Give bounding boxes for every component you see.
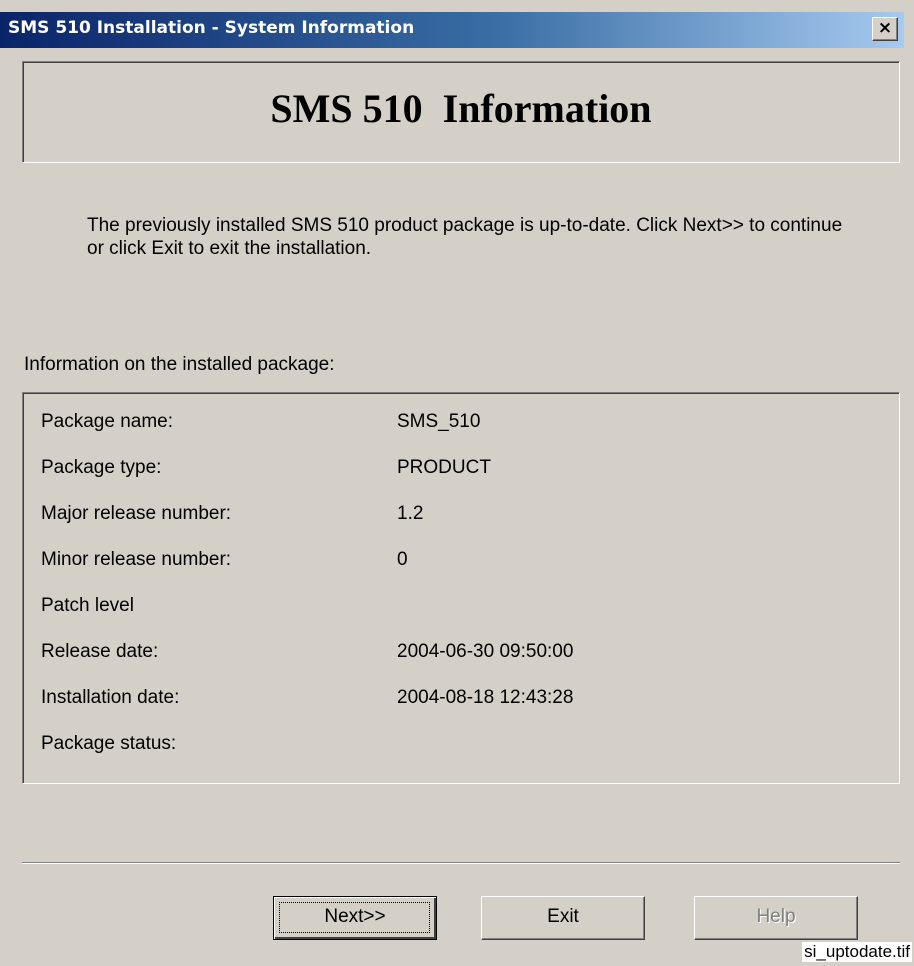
- section-label: Information on the installed package:: [24, 354, 335, 375]
- help-button-label: Help: [756, 906, 796, 927]
- next-button[interactable]: Next>>: [273, 896, 437, 940]
- info-value: 2004-06-30 09:50:00: [397, 641, 574, 662]
- page-title: SMS 510 Information: [270, 86, 652, 131]
- help-button[interactable]: Help: [694, 896, 858, 940]
- close-button[interactable]: ×: [872, 17, 898, 41]
- installer-dialog: SMS 510 Installation - System Informatio…: [0, 0, 914, 966]
- info-label: Package status:: [41, 733, 177, 754]
- package-info-panel: Package name: SMS_510 Package type: PROD…: [22, 392, 900, 784]
- info-label: Patch level: [41, 595, 134, 616]
- info-label: Major release number:: [41, 503, 232, 524]
- exit-button-label: Exit: [547, 906, 579, 927]
- info-value: PRODUCT: [397, 457, 491, 478]
- info-row-package-name: Package name: SMS_510: [23, 411, 899, 441]
- info-label: Package name:: [41, 411, 174, 432]
- info-label: Minor release number:: [41, 549, 232, 570]
- info-row-patch-level: Patch level: [23, 595, 899, 625]
- info-row-major-release: Major release number: 1.2: [23, 503, 899, 533]
- info-label: Package type:: [41, 457, 162, 478]
- info-row-package-status: Package status:: [23, 733, 899, 763]
- window-title: SMS 510 Installation - System Informatio…: [8, 18, 415, 38]
- next-button-label: Next>>: [324, 906, 386, 927]
- header-panel: SMS 510 Information: [22, 61, 900, 163]
- title-bar[interactable]: SMS 510 Installation - System Informatio…: [0, 12, 904, 48]
- image-caption: si_uptodate.tif: [802, 942, 912, 962]
- info-row-package-type: Package type: PRODUCT: [23, 457, 899, 487]
- info-value: SMS_510: [397, 411, 481, 432]
- info-label: Installation date:: [41, 687, 180, 708]
- button-separator: [22, 862, 900, 864]
- info-value: 2004-08-18 12:43:28: [397, 687, 574, 708]
- info-row-release-date: Release date: 2004-06-30 09:50:00: [23, 641, 899, 671]
- info-row-installation-date: Installation date: 2004-08-18 12:43:28: [23, 687, 899, 717]
- close-icon: ×: [877, 18, 893, 38]
- exit-button[interactable]: Exit: [481, 896, 645, 940]
- info-value: 0: [397, 549, 408, 570]
- info-row-minor-release: Minor release number: 0: [23, 549, 899, 579]
- info-label: Release date:: [41, 641, 159, 662]
- info-value: 1.2: [397, 503, 424, 524]
- intro-message: The previously installed SMS 510 product…: [87, 215, 843, 259]
